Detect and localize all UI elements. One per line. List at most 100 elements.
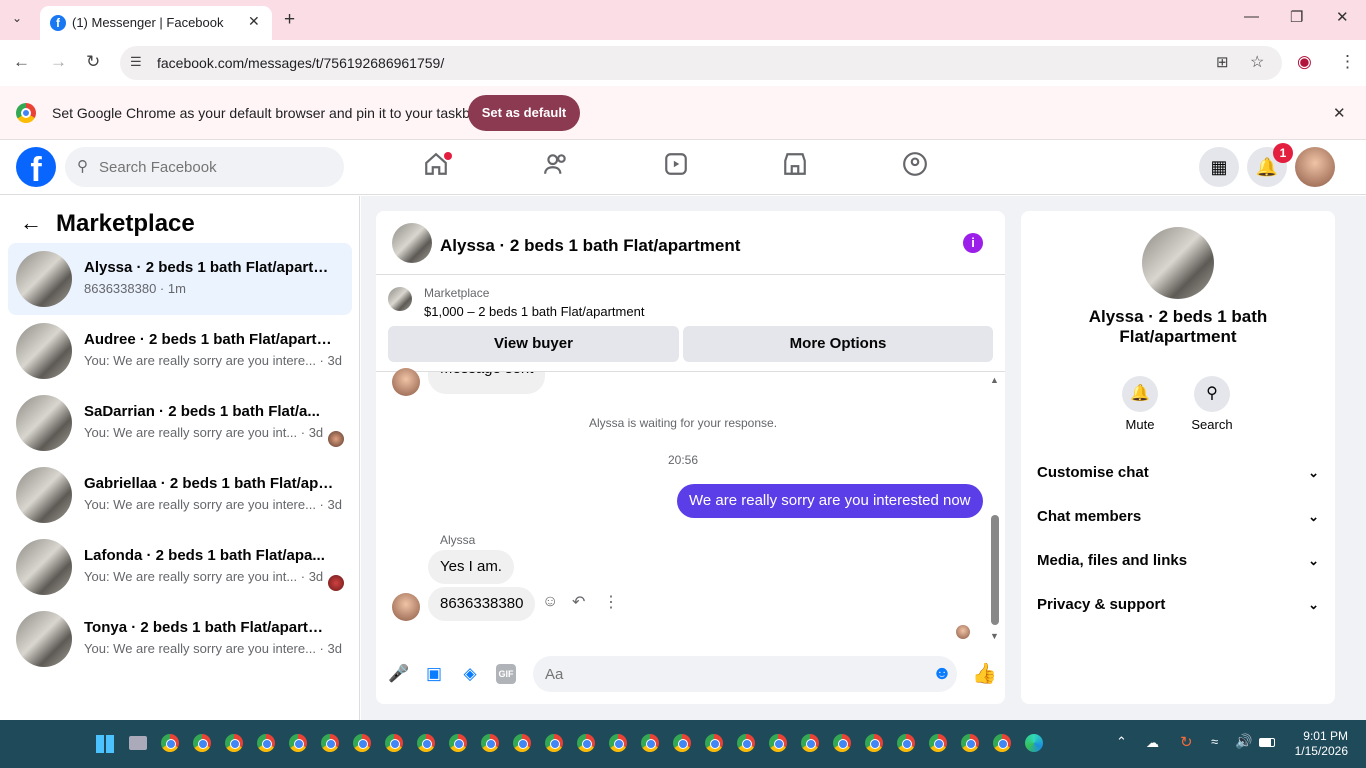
- chrome-taskbar-icon[interactable]: [193, 734, 211, 752]
- info-icon[interactable]: i: [963, 233, 983, 253]
- wifi-icon[interactable]: ≈: [1211, 734, 1218, 749]
- gif-icon[interactable]: GIF: [496, 664, 516, 684]
- chrome-taskbar-icon[interactable]: [545, 734, 563, 752]
- groups-nav-icon[interactable]: [895, 151, 935, 185]
- set-default-button[interactable]: Set as default: [468, 95, 580, 131]
- facebook-search[interactable]: ⚲: [65, 147, 344, 187]
- chrome-taskbar-icon[interactable]: [737, 734, 755, 752]
- incoming-message[interactable]: 8636338380: [428, 587, 536, 621]
- facebook-logo-icon[interactable]: f: [16, 147, 56, 187]
- friends-nav-icon[interactable]: [536, 151, 576, 185]
- back-arrow-icon[interactable]: ←: [20, 210, 42, 236]
- chrome-taskbar-icon[interactable]: [481, 734, 499, 752]
- browser-tab[interactable]: f (1) Messenger | Facebook ✕: [40, 6, 272, 40]
- menu-icon[interactable]: ⋮: [1339, 52, 1356, 72]
- conversation-item[interactable]: Audree · 2 beds 1 bath Flat/apartm... Yo…: [8, 315, 352, 387]
- file-explorer-icon[interactable]: [129, 736, 147, 750]
- outgoing-message[interactable]: We are really sorry are you interested n…: [677, 484, 983, 518]
- mute-button[interactable]: 🔔: [1122, 376, 1158, 412]
- chrome-taskbar-icon[interactable]: [577, 734, 595, 752]
- chat-avatar[interactable]: [392, 223, 432, 263]
- account-avatar[interactable]: [1295, 147, 1335, 187]
- chrome-taskbar-icon[interactable]: [929, 734, 947, 752]
- notifications-icon[interactable]: 🔔 1: [1247, 143, 1293, 187]
- info-avatar[interactable]: [1142, 227, 1214, 299]
- address-bar[interactable]: ☰ facebook.com/messages/t/75619268696175…: [120, 46, 1282, 80]
- chat-title[interactable]: Alyssa · 2 beds 1 bath Flat/apartment: [440, 236, 740, 256]
- privacy-support-section[interactable]: Privacy & support ⌄: [1037, 585, 1319, 625]
- reload-icon[interactable]: ↻: [86, 52, 100, 72]
- listing-title[interactable]: $1,000 – 2 beds 1 bath Flat/apartment: [424, 304, 644, 319]
- close-tab-icon[interactable]: ✕: [248, 13, 260, 30]
- taskbar-clock[interactable]: 9:01 PM 1/15/2026: [1288, 729, 1348, 759]
- chrome-taskbar-icon[interactable]: [289, 734, 307, 752]
- edge-taskbar-icon[interactable]: [1025, 734, 1043, 752]
- scroll-up-icon[interactable]: ▲: [990, 375, 999, 385]
- chrome-taskbar-icon[interactable]: [385, 734, 403, 752]
- new-tab-icon[interactable]: +: [284, 9, 295, 31]
- chrome-taskbar-icon[interactable]: [897, 734, 915, 752]
- conversation-item[interactable]: Gabriellaa · 2 beds 1 bath Flat/apar... …: [8, 459, 352, 531]
- video-nav-icon[interactable]: [656, 151, 696, 185]
- volume-icon[interactable]: 🔊: [1235, 733, 1252, 750]
- tab-search-icon[interactable]: ⌄: [12, 11, 22, 25]
- media-files-links-section[interactable]: Media, files and links ⌄: [1037, 541, 1319, 581]
- chat-members-section[interactable]: Chat members ⌄: [1037, 497, 1319, 537]
- chrome-taskbar-icon[interactable]: [449, 734, 467, 752]
- home-nav-icon[interactable]: [416, 151, 456, 185]
- conversation-item[interactable]: Tonya · 2 beds 1 bath Flat/apartme... Yo…: [8, 603, 352, 675]
- chrome-taskbar-icon[interactable]: [833, 734, 851, 752]
- react-icon[interactable]: ☺: [542, 593, 558, 611]
- update-icon[interactable]: ↻: [1180, 733, 1193, 751]
- chrome-taskbar-icon[interactable]: [257, 734, 275, 752]
- chrome-taskbar-icon[interactable]: [801, 734, 819, 752]
- chrome-taskbar-icon[interactable]: [769, 734, 787, 752]
- conversation-item[interactable]: SaDarrian · 2 beds 1 bath Flat/a... You:…: [8, 387, 352, 459]
- battery-icon[interactable]: [1259, 738, 1275, 747]
- chrome-taskbar-icon[interactable]: [353, 734, 371, 752]
- close-infobar-icon[interactable]: ✕: [1333, 104, 1346, 122]
- customise-chat-section[interactable]: Customise chat ⌄: [1037, 453, 1319, 493]
- chrome-taskbar-icon[interactable]: [609, 734, 627, 752]
- scroll-thumb[interactable]: [991, 515, 999, 625]
- view-buyer-button[interactable]: View buyer: [388, 326, 679, 362]
- conversation-item[interactable]: Alyssa · 2 beds 1 bath Flat/apartm... 86…: [8, 243, 352, 315]
- chrome-taskbar-icon[interactable]: [161, 734, 179, 752]
- more-icon[interactable]: ⋮: [603, 592, 619, 612]
- bookmark-star-icon[interactable]: ☆: [1250, 52, 1264, 72]
- minimize-icon[interactable]: —: [1244, 8, 1259, 25]
- profile-icon[interactable]: ◉: [1297, 52, 1312, 72]
- onedrive-icon[interactable]: ☁: [1146, 735, 1159, 751]
- incoming-message[interactable]: Yes I am.: [428, 550, 514, 584]
- more-options-button[interactable]: More Options: [683, 326, 993, 362]
- facebook-search-input[interactable]: [99, 147, 339, 187]
- back-icon[interactable]: ←: [13, 52, 30, 72]
- chrome-taskbar-icon[interactable]: [417, 734, 435, 752]
- start-icon[interactable]: [96, 735, 114, 753]
- sticker-icon[interactable]: ◈: [460, 664, 480, 684]
- emoji-icon[interactable]: ☻: [932, 664, 952, 684]
- chrome-taskbar-icon[interactable]: [961, 734, 979, 752]
- like-icon[interactable]: 👍: [972, 664, 997, 684]
- chrome-taskbar-icon[interactable]: [641, 734, 659, 752]
- reply-icon[interactable]: ↶: [572, 592, 585, 612]
- maximize-icon[interactable]: ❐: [1290, 8, 1303, 26]
- install-icon[interactable]: ⊞: [1216, 53, 1229, 71]
- gallery-icon[interactable]: ▣: [424, 664, 444, 684]
- marketplace-nav-icon[interactable]: [775, 151, 815, 185]
- chrome-taskbar-icon[interactable]: [993, 734, 1011, 752]
- forward-icon[interactable]: →: [50, 52, 67, 72]
- chrome-taskbar-icon[interactable]: [321, 734, 339, 752]
- apps-menu-icon[interactable]: ▦: [1199, 147, 1239, 187]
- chrome-taskbar-icon[interactable]: [513, 734, 531, 752]
- chrome-taskbar-icon[interactable]: [865, 734, 883, 752]
- site-info-icon[interactable]: ☰: [130, 54, 142, 70]
- chrome-taskbar-icon[interactable]: [705, 734, 723, 752]
- show-hidden-icons-icon[interactable]: ⌃: [1116, 734, 1127, 750]
- search-button[interactable]: ⚲: [1194, 376, 1230, 412]
- close-window-icon[interactable]: ✕: [1336, 8, 1349, 26]
- microphone-icon[interactable]: 🎤: [388, 664, 409, 684]
- chrome-taskbar-icon[interactable]: [225, 734, 243, 752]
- conversation-item[interactable]: Lafonda · 2 beds 1 bath Flat/apa... You:…: [8, 531, 352, 603]
- chrome-taskbar-icon[interactable]: [673, 734, 691, 752]
